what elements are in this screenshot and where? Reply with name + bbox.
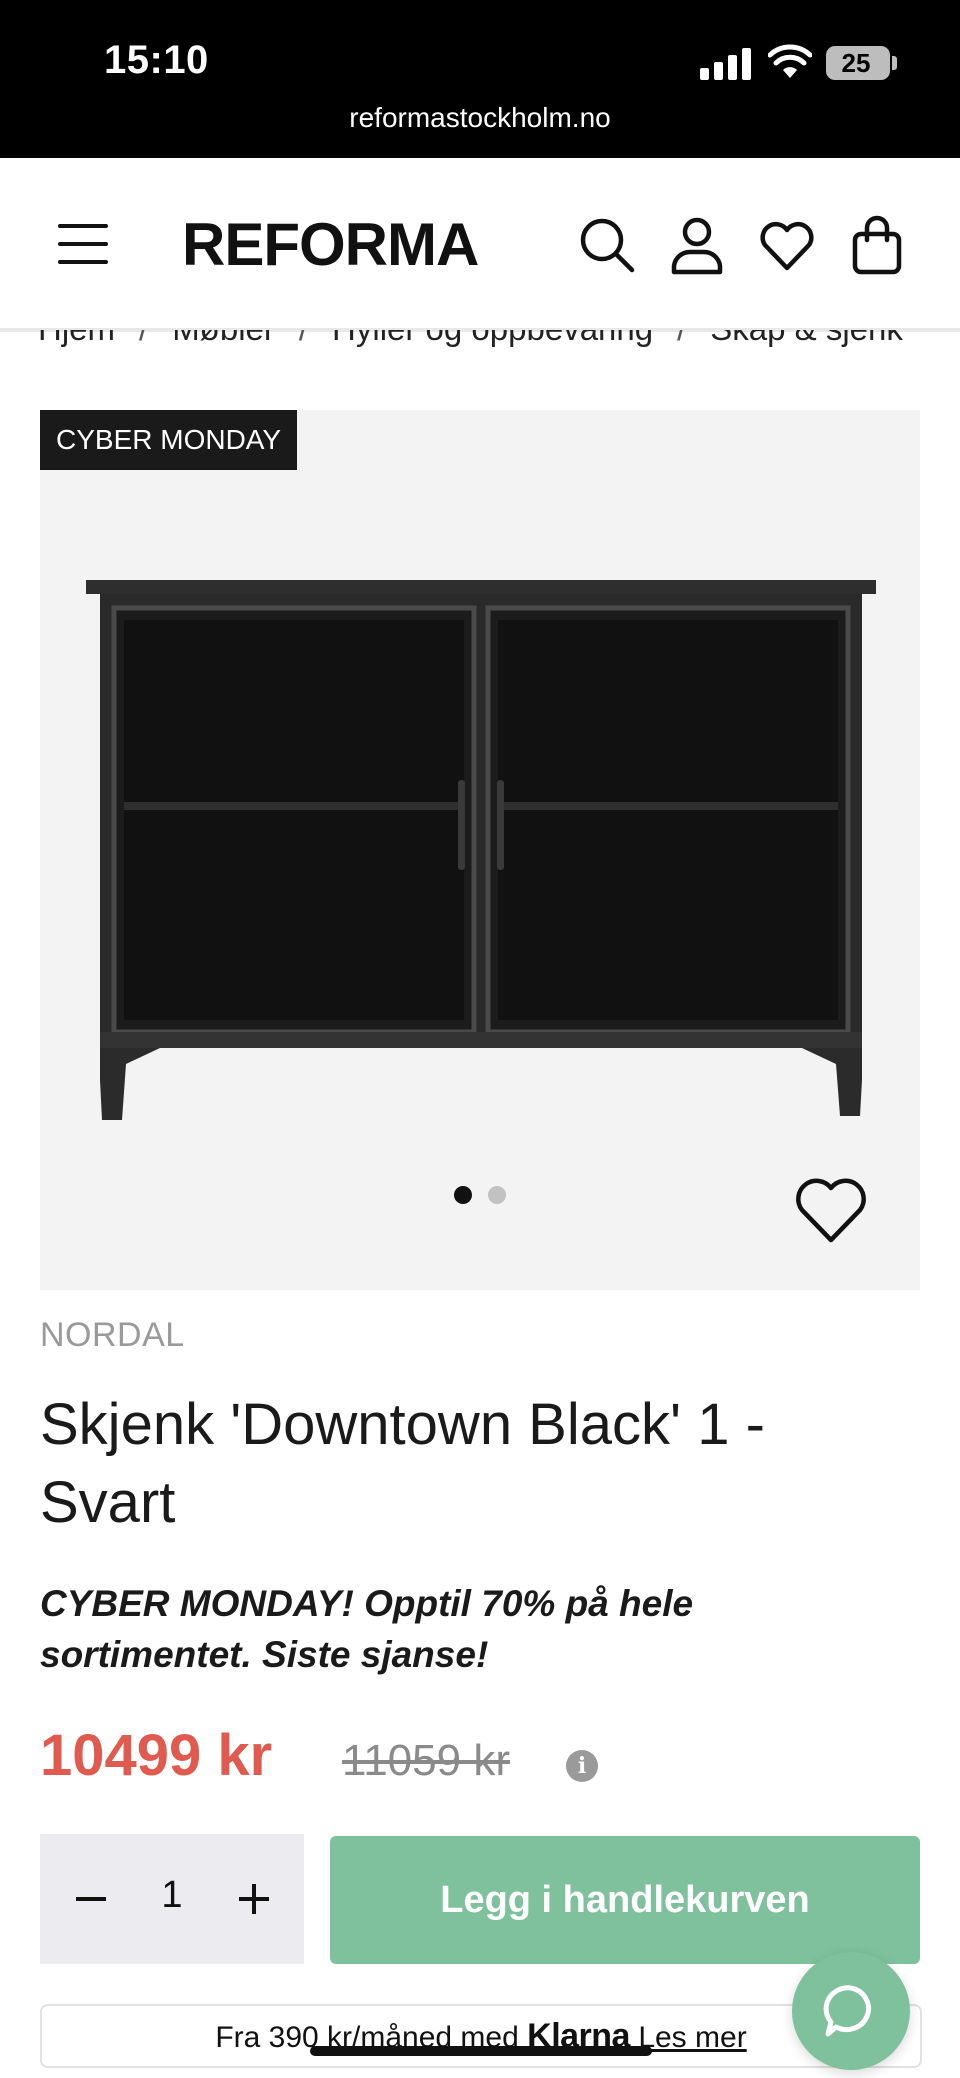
- chat-button[interactable]: [792, 1952, 910, 2070]
- add-to-cart-button[interactable]: Legg i handlekurven: [330, 1836, 920, 1964]
- status-bar: 15:10 25 reformastockholm.no: [0, 0, 960, 158]
- gallery-dot[interactable]: [488, 1186, 506, 1204]
- info-icon[interactable]: i: [566, 1750, 598, 1782]
- sale-price: 10499 kr: [40, 1723, 273, 1788]
- header-icons-layer: REFORMA: [0, 158, 960, 330]
- product-brand[interactable]: NORDAL: [40, 1316, 185, 1355]
- cellular-signal-icon: [700, 48, 752, 80]
- decrease-quantity-button[interactable]: [62, 1871, 118, 1927]
- klarna-banner[interactable]: Fra 390 kr/måned med Klarna Les mer: [40, 2004, 922, 2068]
- product-title: Skjenk 'Downtown Black' 1 - Svart: [40, 1392, 765, 1535]
- campaign-badge: CYBER MONDAY: [40, 410, 298, 470]
- favorite-heart-icon[interactable]: [794, 1176, 868, 1244]
- promo-text: CYBER MONDAY! Opptil 70% på hele sortime…: [40, 1583, 694, 1675]
- gallery-dot-active[interactable]: [454, 1186, 472, 1204]
- home-indicator: [310, 2046, 652, 2056]
- klarna-read-more-link[interactable]: Les mer: [638, 2021, 746, 2054]
- battery-icon: 25: [826, 46, 890, 80]
- account-icon[interactable]: [666, 214, 728, 276]
- wifi-icon: [768, 44, 812, 78]
- product-gallery[interactable]: CYBER MONDAY: [40, 410, 920, 1290]
- menu-icon[interactable]: [58, 224, 108, 264]
- increase-quantity-button[interactable]: [226, 1871, 282, 1927]
- battery-tip: [892, 56, 897, 70]
- search-icon[interactable]: [576, 214, 638, 276]
- original-price: 11059 kr: [342, 1736, 510, 1785]
- wishlist-icon[interactable]: [756, 214, 818, 276]
- site-logo[interactable]: REFORMA: [182, 210, 479, 279]
- quantity-stepper: 1: [40, 1834, 304, 1964]
- battery-level: 25: [841, 48, 871, 78]
- address-bar-url[interactable]: reformastockholm.no: [0, 102, 960, 134]
- cart-icon[interactable]: [846, 214, 908, 276]
- quantity-value[interactable]: 1: [140, 1874, 204, 1917]
- product-image: [86, 580, 876, 1120]
- status-time: 15:10: [104, 38, 209, 82]
- chat-bubble-icon: [823, 1985, 872, 2037]
